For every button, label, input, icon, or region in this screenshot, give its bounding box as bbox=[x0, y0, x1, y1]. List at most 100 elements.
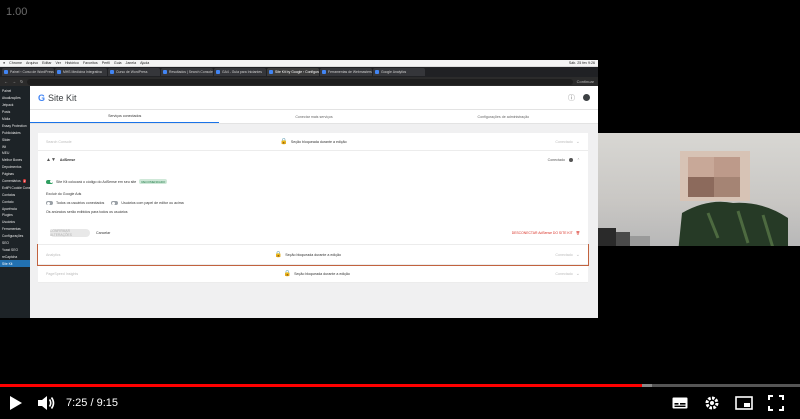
sidebar-item[interactable]: Melhor Boxes bbox=[0, 157, 30, 164]
count-badge: 2 bbox=[22, 179, 27, 184]
avatar[interactable] bbox=[583, 94, 590, 101]
tab-label: GA4 - Guia para Iniciantes bbox=[222, 70, 262, 74]
sidebar-item[interactable]: Yoast SEO bbox=[0, 246, 30, 253]
disconnect-link[interactable]: DESCONECTAR AdSense DO SITE KIT 🗑 bbox=[512, 231, 580, 235]
sidebar-item-label: Wt bbox=[2, 144, 7, 149]
browser-tab[interactable]: Curso de WordPress bbox=[108, 68, 160, 76]
sidebar-item[interactable]: reCaptcha bbox=[0, 253, 30, 260]
tab-admin-settings[interactable]: Configurações de administração bbox=[409, 110, 598, 123]
sidebar-item[interactable]: Contatos bbox=[0, 191, 30, 198]
sidebar-item-label: Slider bbox=[2, 137, 11, 142]
service-row-analytics[interactable]: Analytics 🔒 Seção bloqueada durante a edi… bbox=[37, 244, 589, 266]
sidebar-item-label: MEU bbox=[2, 151, 10, 156]
sidebar-item[interactable]: MEU bbox=[0, 150, 30, 157]
sidebar-item[interactable]: Aparência bbox=[0, 205, 30, 212]
favicon-icon bbox=[216, 70, 220, 74]
settings-icon[interactable] bbox=[700, 391, 724, 415]
time-display: 7:25 / 9:15 bbox=[66, 397, 118, 409]
tab-label: Curso de WordPress bbox=[116, 70, 148, 74]
service-row-search-console[interactable]: Search Console 🔒 Seção bloqueada durante … bbox=[38, 133, 588, 151]
miniplayer-icon[interactable] bbox=[732, 391, 756, 415]
service-name: PageSpeed Insights bbox=[46, 271, 79, 276]
locked-text: Seção bloqueada durante a edição bbox=[290, 139, 347, 144]
service-row-pagespeed[interactable]: PageSpeed Insights 🔒 Seção bloqueada dura… bbox=[38, 265, 588, 283]
chevron-down-icon: ⌄ bbox=[575, 138, 580, 145]
sidebar-item[interactable]: Páginas bbox=[0, 171, 30, 178]
time-separator: / bbox=[90, 397, 94, 409]
sidebar-item[interactable]: Configurações bbox=[0, 233, 30, 240]
progress-bar[interactable] bbox=[0, 384, 800, 387]
service-status: Conectado bbox=[555, 139, 573, 144]
sidebar-item-label: Plugins bbox=[2, 213, 13, 218]
confirm-changes-button[interactable]: CONFIRMAR ALTERAÇÕES bbox=[50, 229, 90, 237]
browser-tab[interactable]: Ferramentas de Webmasters bbox=[320, 68, 372, 76]
sidebar-item[interactable]: Plugins bbox=[0, 212, 30, 219]
sidebar-item[interactable]: Depoimentos bbox=[0, 164, 30, 171]
browser-tab[interactable]: Resultados | Search Console bbox=[161, 68, 213, 76]
duration: 9:15 bbox=[96, 397, 119, 409]
tab-label: MHS Medicina Integrativa bbox=[63, 70, 102, 74]
sidebar-item-label: Posts bbox=[2, 110, 11, 115]
sidebar-item[interactable]: Mídia bbox=[0, 116, 30, 123]
menu-item: Editar bbox=[42, 61, 52, 65]
profile-button[interactable]: Continuar bbox=[577, 79, 594, 84]
browser-toolbar: ← → ↻ Continuar bbox=[0, 77, 598, 86]
sidebar-item[interactable]: Jetpack bbox=[0, 102, 30, 109]
browser-tab[interactable]: Painel ‹ Curso de WordPress bbox=[2, 68, 54, 76]
sidebar-item[interactable]: Contato bbox=[0, 198, 30, 205]
services-panel: Search Console 🔒 Seção bloqueada durante … bbox=[37, 133, 589, 283]
sidebar-item-label: Essay Protection bbox=[2, 123, 27, 128]
sidebar-item[interactable]: Wt bbox=[0, 143, 30, 150]
tab-connected-services[interactable]: Serviços conectados bbox=[30, 110, 220, 123]
exclude-editors-toggle[interactable] bbox=[111, 201, 119, 205]
sidebar-item[interactable]: Atualizações bbox=[0, 95, 30, 102]
menu-item: Janela bbox=[125, 61, 137, 65]
help-icon[interactable]: ⓘ bbox=[568, 93, 575, 103]
sidebar-item[interactable]: Essay Protection bbox=[0, 122, 30, 129]
sidebar-item-label: Mídia bbox=[2, 117, 11, 121]
sidebar-item-label: Contatos bbox=[2, 192, 16, 197]
tab-connect-more[interactable]: Conectar mais serviços bbox=[219, 110, 408, 123]
sidebar-item[interactable]: SEO bbox=[0, 240, 30, 247]
forward-icon[interactable]: → bbox=[12, 79, 16, 84]
cancel-link[interactable]: Cancelar bbox=[96, 231, 110, 235]
browser-tab[interactable]: Google Analytics bbox=[373, 68, 425, 76]
sidebar-item-label: reCaptcha bbox=[2, 254, 18, 259]
sidebar-item[interactable]: ExitPt Cookie Consent bbox=[0, 184, 30, 191]
sidebar-item-label: Melhor Boxes bbox=[2, 158, 23, 163]
browser-tab[interactable]: GA4 - Guia para Iniciantes bbox=[214, 68, 266, 76]
sidebar-item[interactable]: Comentários 2 bbox=[0, 178, 30, 185]
option-label: Usuários com papel de editor ou acima bbox=[121, 201, 184, 205]
sidebar-item[interactable]: Publicidades bbox=[0, 129, 30, 136]
sidebar-item-label: Depoimentos bbox=[2, 165, 22, 170]
subtitles-icon[interactable] bbox=[668, 391, 692, 415]
sidebar-item-label: ExitPt Cookie Consent bbox=[2, 185, 30, 190]
sitekit-header: G Site Kit ⓘ bbox=[30, 86, 598, 110]
sidebar-item[interactable]: Slider bbox=[0, 136, 30, 143]
disconnect-label: DESCONECTAR AdSense DO SITE KIT bbox=[511, 231, 573, 235]
chevron-up-icon[interactable]: ⌃ bbox=[577, 158, 580, 162]
exclude-logged-in-toggle[interactable] bbox=[46, 201, 53, 205]
browser-tab[interactable]: MHS Medicina Integrativa bbox=[55, 68, 107, 76]
volume-icon[interactable] bbox=[34, 391, 58, 415]
browser-tabs: Painel ‹ Curso de WordPress MHS Medicina … bbox=[0, 67, 598, 77]
apple-icon: ● bbox=[3, 61, 6, 65]
browser-tab[interactable]: Site Kit by Google › Configurações bbox=[267, 68, 319, 76]
sidebar-item[interactable]: Painel bbox=[0, 88, 30, 95]
menu-item: Arquivo bbox=[25, 61, 39, 65]
sidebar-item[interactable]: Ferramentas bbox=[0, 226, 30, 233]
fullscreen-icon[interactable] bbox=[764, 391, 788, 415]
back-icon[interactable]: ← bbox=[4, 79, 8, 84]
sidebar-item[interactable]: Usuários bbox=[0, 219, 30, 226]
adsense-code-toggle[interactable] bbox=[46, 179, 53, 184]
reload-icon[interactable]: ↻ bbox=[20, 79, 23, 84]
video-player[interactable]: 1.00 ● Chrome Arquivo Editar Ver Históri… bbox=[0, 0, 800, 419]
sidebar-item[interactable]: Site Kit bbox=[0, 260, 30, 268]
lock-icon: 🔒 bbox=[280, 139, 288, 145]
tab-label: Resultados | Search Console bbox=[169, 70, 213, 74]
address-bar[interactable] bbox=[27, 78, 573, 85]
service-name: Search Console bbox=[46, 139, 72, 144]
sidebar-item[interactable]: Posts bbox=[0, 109, 30, 116]
play-icon[interactable] bbox=[4, 391, 28, 415]
locked-text: Seção bloqueada durante a edição bbox=[285, 252, 342, 257]
